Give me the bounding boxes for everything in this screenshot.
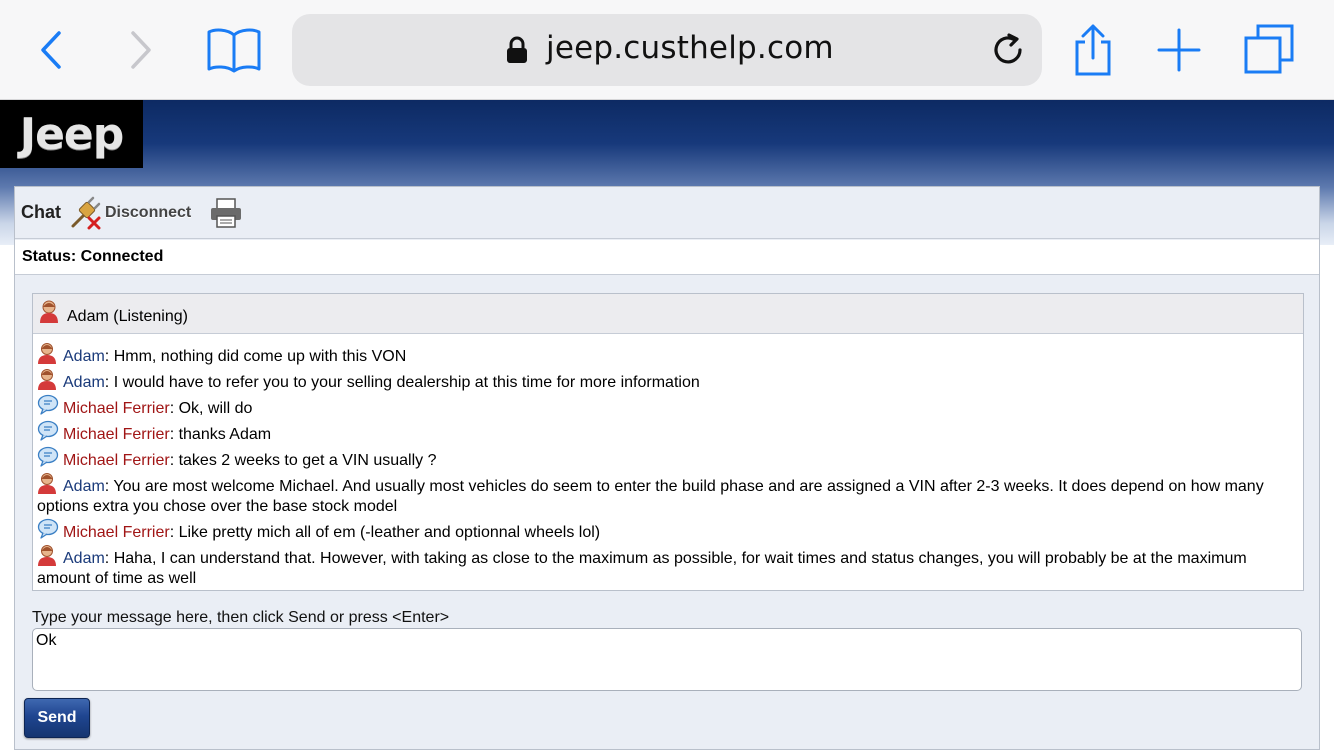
chat-message: Adam: You are most welcome Michael. And … [37,472,1299,517]
message-input[interactable] [32,628,1302,691]
jeep-logo[interactable]: Jeep [0,100,143,168]
share-icon[interactable] [1063,20,1123,80]
user-speech-bubble-icon [37,446,59,468]
message-sender: Michael Ferrier [63,426,170,443]
message-text: : Like pretty mich all of em (-leather a… [169,524,601,541]
back-icon[interactable] [21,20,81,80]
agent-header: Adam (Listening) [33,294,1303,334]
disconnect-plug-icon[interactable] [69,196,103,230]
url-text: jeep.custhelp.com [546,30,834,66]
chat-message: Adam: Haha, I can understand that. Howev… [37,544,1299,589]
disconnect-button[interactable]: Disconnect [105,204,191,222]
agent-avatar-icon [37,544,59,566]
reload-icon[interactable] [990,32,1026,73]
chat-message: Adam: Hmm, nothing did come up with this… [37,342,1299,367]
message-text: : Haha, I can understand that. However, … [37,550,1247,587]
forward-icon[interactable] [111,20,171,80]
message-text: : You are most welcome Michael. And usua… [37,478,1264,515]
message-text: : I would have to refer you to your sell… [104,374,700,391]
message-sender: Michael Ferrier [63,452,170,469]
message-sender: Michael Ferrier [63,524,170,541]
chat-panel: Chat Disconnect Status: Connected Adam (… [14,186,1320,750]
message-text: : takes 2 weeks to get a VIN usually ? [169,452,437,469]
chat-transcript[interactable]: Adam (Listening) Adam: Hmm, nothing did … [32,293,1304,591]
message-text: : thanks Adam [169,426,272,443]
message-sender: Adam [63,374,105,391]
bookmarks-icon[interactable] [204,20,264,80]
chat-message: Michael Ferrier: Ok, will do [37,394,1299,419]
printer-icon[interactable] [209,197,243,229]
agent-avatar-icon [37,342,59,364]
browser-toolbar: jeep.custhelp.com [0,0,1334,100]
chat-toolbar: Chat Disconnect [15,187,1319,239]
message-sender: Adam [63,550,105,567]
message-text: : Ok, will do [169,400,253,417]
agent-avatar-icon [37,472,59,494]
lock-icon [506,36,528,69]
url-field[interactable]: jeep.custhelp.com [292,14,1042,86]
send-button[interactable]: Send [24,698,90,738]
user-speech-bubble-icon [37,394,59,416]
chat-message: Adam: I would have to refer you to your … [37,368,1299,393]
message-list: Adam: Hmm, nothing did come up with this… [33,336,1303,590]
agent-status-label: Adam (Listening) [67,307,188,325]
chat-label: Chat [21,202,61,222]
message-sender: Michael Ferrier [63,400,170,417]
message-text: : Hmm, nothing did come up with this VON [104,348,407,365]
chat-message: Michael Ferrier: thanks Adam [37,420,1299,445]
agent-avatar-icon [37,368,59,390]
agent-avatar-icon [39,299,59,328]
chat-message: Michael Ferrier: Like pretty mich all of… [37,518,1299,543]
message-sender: Adam [63,348,105,365]
status-text: Status: Connected [15,240,1319,275]
compose-prompt: Type your message here, then click Send … [32,609,450,626]
new-tab-icon[interactable] [1149,20,1209,80]
user-speech-bubble-icon [37,420,59,442]
chat-message: Michael Ferrier: takes 2 weeks to get a … [37,446,1299,471]
tabs-icon[interactable] [1240,20,1300,80]
logo-text: Jeep [19,108,125,160]
user-speech-bubble-icon [37,518,59,540]
message-sender: Adam [63,478,105,495]
